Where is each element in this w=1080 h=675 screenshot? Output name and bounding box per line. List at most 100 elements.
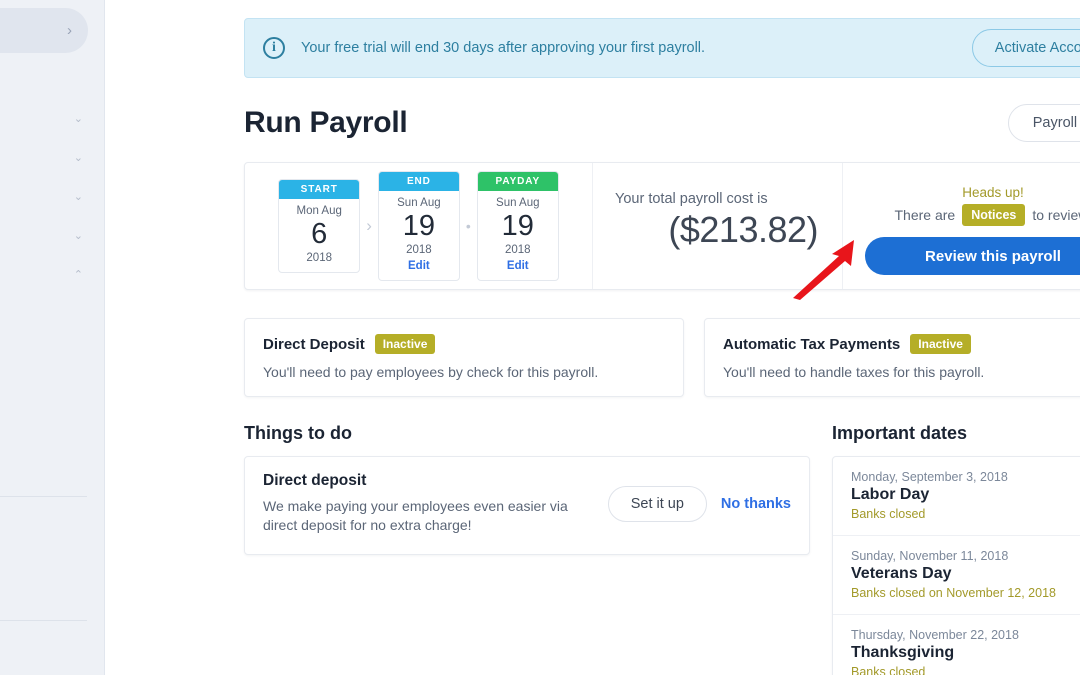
period-end-day: 19: [402, 210, 435, 243]
separator-dot-icon: •: [465, 218, 471, 234]
sidebar-item-label: ...oll: [0, 302, 83, 318]
chevron-down-icon: ⌄: [73, 113, 83, 125]
todo-text: Direct deposit We make paying your emplo…: [263, 472, 608, 536]
automatic-tax-payments-status-card: Automatic Tax Payments Inactive You'll n…: [704, 318, 1080, 397]
sidebar-subitem-4[interactable]: ...s: [0, 390, 104, 418]
important-date-row: Sunday, November 11, 2018 Veterans Day B…: [833, 536, 1080, 615]
sidebar-subitem-3[interactable]: ...ts: [0, 352, 104, 380]
status-card-title: Direct Deposit: [263, 335, 365, 353]
status-card-head: Direct Deposit Inactive: [263, 334, 665, 354]
app-root: ...aven Ph... › ...rd ⌄ ...s ⌄ ...ng ⌄: [0, 0, 1080, 675]
period-payday-day: 19: [501, 210, 534, 243]
chevron-right-icon: ›: [67, 22, 72, 39]
chevron-down-icon: ⌄: [73, 230, 83, 242]
sidebar-item-label: ...ts: [0, 358, 83, 374]
total-cost-value: ($213.82): [668, 209, 818, 250]
period-end-box[interactable]: END Sun Aug 19 2018 Edit: [377, 171, 460, 281]
trial-banner-message: Your free trial will end 30 days after a…: [301, 40, 706, 56]
no-thanks-link[interactable]: No thanks: [721, 496, 791, 512]
activate-account-button[interactable]: Activate Account: [971, 29, 1080, 67]
main-content: i Your free trial will end 30 days after…: [106, 0, 1080, 675]
sidebar-item-label: ...rd: [0, 74, 83, 90]
status-card-description: You'll need to handle taxes for this pay…: [723, 364, 985, 380]
period-payday-dayofweek: Sun Aug: [496, 197, 540, 210]
chevron-down-icon: ⌄: [73, 191, 83, 203]
period-payday-heading: PAYDAY: [477, 172, 558, 192]
payroll-setup-button[interactable]: Payroll Setup: [1007, 104, 1080, 142]
review-section: Heads up! There are Notices to review. R…: [843, 163, 1080, 289]
period-payday-edit-link[interactable]: Edit: [478, 258, 558, 274]
sidebar-item-label: ...es: [0, 330, 83, 346]
page-title: Run Payroll: [244, 106, 408, 139]
chevron-up-icon: ⌃: [73, 269, 83, 281]
info-circle-icon: i: [263, 37, 285, 59]
lower-row: Things to do Direct deposit We make payi…: [244, 423, 1080, 675]
important-date-row: Thursday, November 22, 2018 Thanksgiving…: [833, 615, 1080, 675]
heads-up-label: Heads up!: [962, 185, 1024, 200]
period-end-heading: END: [378, 172, 459, 192]
sidebar-subitem-2[interactable]: ...es: [0, 324, 104, 352]
notices-badge[interactable]: Notices: [962, 204, 1026, 226]
payroll-summary-card: START Mon Aug 6 2018 › END Sun Aug 19 20…: [244, 162, 1080, 290]
sidebar-divider-top: [0, 496, 87, 497]
sidebar-footer: ...erms · Privacy: [0, 650, 104, 665]
period-start-day: 6: [311, 218, 328, 251]
important-date-when: Sunday, November 11, 2018: [851, 549, 1009, 563]
sidebar-item-5[interactable]: ⌄: [0, 218, 104, 257]
period-end-edit-link[interactable]: Edit: [379, 258, 459, 274]
important-date-name: Labor Day: [851, 486, 930, 503]
period-payday-body: Sun Aug 19 2018 Edit: [478, 191, 558, 280]
period-payday-box[interactable]: PAYDAY Sun Aug 19 2018 Edit: [476, 171, 559, 281]
sidebar-item-label: ...posit: [0, 424, 83, 440]
sidebar-item-payroll-group[interactable]: ⌃: [0, 257, 104, 296]
period-start-year: 2018: [306, 251, 332, 264]
sidebar-item-4[interactable]: ...ng ⌄: [0, 179, 104, 218]
total-cost-label: Your total payroll cost is: [615, 191, 768, 207]
sidebar-item-label: ...ng: [0, 191, 74, 207]
sidebar-item-dashboard[interactable]: ...rd: [0, 62, 104, 101]
chevron-down-icon: ⌄: [73, 152, 83, 164]
sidebar-item-run-payroll[interactable]: ...oll: [0, 296, 104, 324]
sidebar-item-2[interactable]: ⌄: [0, 101, 104, 140]
status-badge: Inactive: [910, 334, 971, 354]
period-start-heading: START: [279, 180, 360, 200]
important-date-row: Monday, September 3, 2018 Labor Day Bank…: [833, 457, 1080, 536]
important-date-name: Veterans Day: [851, 565, 952, 582]
status-card-head: Automatic Tax Payments Inactive: [723, 334, 1080, 354]
chevron-right-icon: ›: [366, 216, 372, 235]
company-switcher[interactable]: ...aven Ph... ›: [0, 8, 88, 53]
important-date-name: Thanksgiving: [851, 644, 955, 661]
important-dates-title: Important dates: [832, 423, 968, 443]
sidebar-subitem-direct-deposit[interactable]: ...posit: [0, 418, 104, 446]
sidebar-item-3[interactable]: ...s ⌄: [0, 140, 104, 179]
review-payroll-button[interactable]: Review this payroll: [865, 237, 1080, 275]
set-it-up-button[interactable]: Set it up: [607, 485, 707, 522]
trial-banner: i Your free trial will end 30 days after…: [244, 18, 1080, 78]
company-name: ...aven Ph...: [0, 23, 61, 39]
notices-prefix: There are: [894, 207, 956, 223]
status-badge: Inactive: [374, 334, 436, 354]
payroll-period-dates: START Mon Aug 6 2018 › END Sun Aug 19 20…: [245, 163, 593, 289]
sidebar-item-label: ...s: [0, 152, 74, 168]
important-date-note: Banks closed on November 12, 2018: [851, 586, 1056, 600]
important-dates-column: Important dates Monday, September 3, 201…: [832, 423, 1080, 675]
sidebar-item-label: ...s: [0, 396, 83, 412]
important-dates-card: Monday, September 3, 2018 Labor Day Bank…: [832, 456, 1080, 675]
sidebar-divider-bottom: [0, 620, 87, 621]
period-payday-year: 2018: [504, 243, 531, 256]
sidebar: ...aven Ph... › ...rd ⌄ ...s ⌄ ...ng ⌄: [0, 0, 105, 675]
todo-title: Direct deposit: [263, 472, 367, 489]
period-start-box[interactable]: START Mon Aug 6 2018: [278, 179, 361, 273]
important-date-note: Banks closed: [851, 507, 926, 521]
todo-description: We make paying your employees even easie…: [263, 498, 568, 534]
status-card-row: Direct Deposit Inactive You'll need to p…: [244, 318, 1080, 397]
period-start-dayofweek: Mon Aug: [296, 205, 342, 218]
things-to-do-column: Things to do Direct deposit We make payi…: [244, 423, 810, 555]
important-date-when: Thursday, November 22, 2018: [851, 628, 1019, 642]
period-end-body: Sun Aug 19 2018 Edit: [379, 191, 459, 280]
direct-deposit-status-card: Direct Deposit Inactive You'll need to p…: [244, 318, 684, 397]
period-start-body: Mon Aug 6 2018: [279, 199, 359, 271]
notices-line: There are Notices to review.: [865, 204, 1080, 226]
notices-suffix: to review.: [1032, 207, 1080, 223]
